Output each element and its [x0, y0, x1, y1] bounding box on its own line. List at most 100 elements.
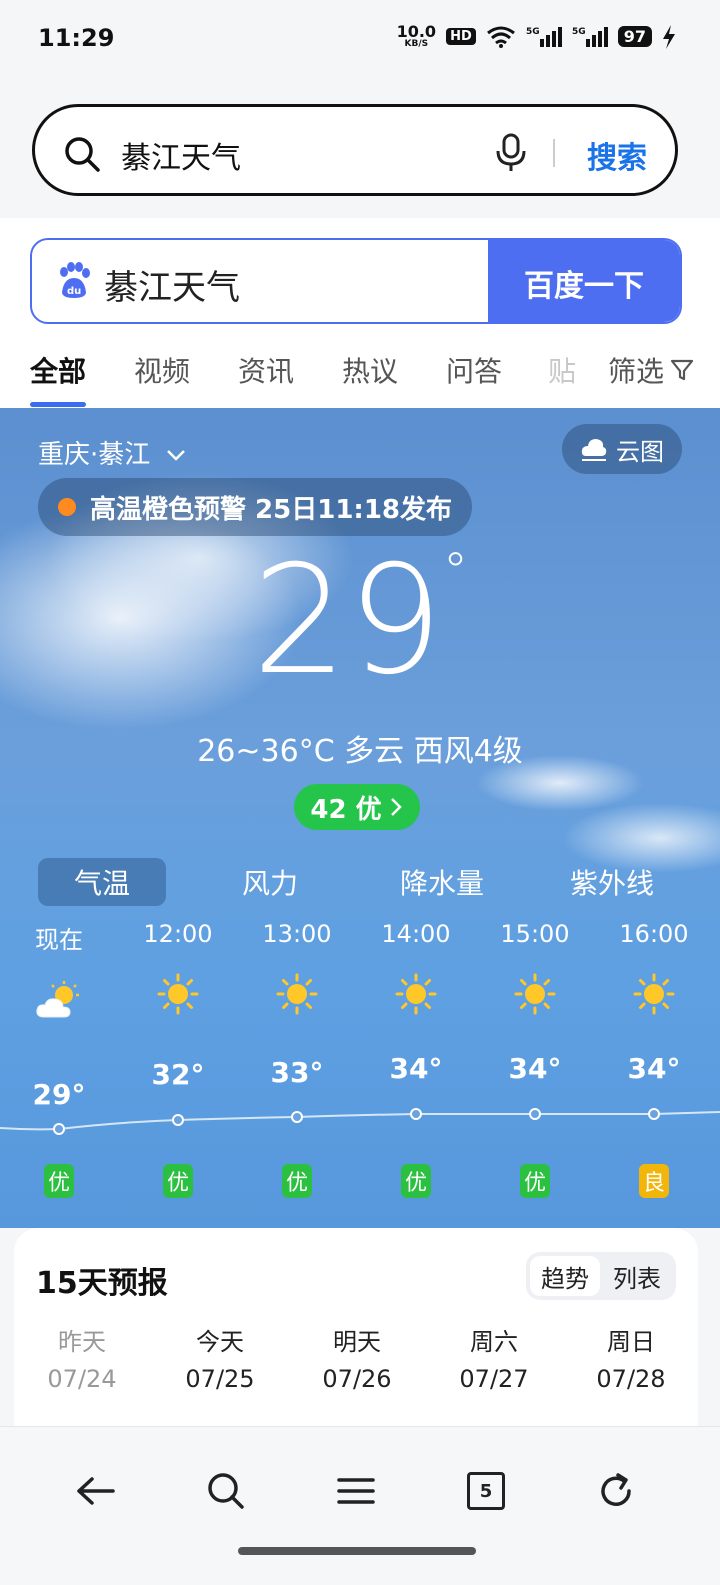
tab-video[interactable]: 视频 [134, 350, 190, 390]
status-icons: 10.0 KB/S HD 5G 5G 97 [397, 24, 676, 49]
tabs-count-icon: 5 [467, 1472, 505, 1510]
toggle-list[interactable]: 列表 [602, 1256, 672, 1296]
air-quality-badge: 优 [44, 1164, 74, 1198]
search-button[interactable]: 搜索 [587, 133, 647, 177]
forecast-day[interactable]: 周日 07/28 [571, 1322, 691, 1393]
current-temperature: 29° [252, 534, 468, 708]
location-label: 重庆·綦江 [38, 440, 151, 470]
trend-point [53, 1123, 65, 1135]
menu-button[interactable] [326, 1461, 386, 1521]
forecast-day[interactable]: 昨天 07/24 [22, 1322, 142, 1393]
search-icon [208, 1473, 244, 1509]
temperature-trend-line [0, 1108, 720, 1135]
filter-button[interactable]: 筛选 [608, 350, 694, 390]
tab-all[interactable]: 全部 [30, 350, 86, 390]
forecast-day[interactable]: 今天 07/25 [160, 1322, 280, 1393]
location-selector[interactable]: 重庆·綦江 [38, 434, 187, 471]
charging-icon [663, 24, 675, 49]
air-quality-badge: 优 [401, 1164, 431, 1198]
sun-icon [123, 972, 233, 1022]
air-quality-badge: 优 [520, 1164, 550, 1198]
metric-tab-temperature[interactable]: 气温 [38, 858, 166, 906]
result-tabs: 全部 视频 资讯 热议 问答 贴 筛选 [0, 346, 720, 408]
alert-text: 高温橙色预警 25日11:18发布 [90, 494, 452, 525]
hd-badge: HD [446, 28, 476, 45]
active-tab-indicator [30, 402, 86, 407]
air-quality-badge: 良 [639, 1164, 669, 1198]
forecast-day[interactable]: 明天 07/26 [297, 1322, 417, 1393]
forecast-card: 15天预报 趋势 列表 昨天 07/24 今天 07/25 明天 07/26 周… [14, 1228, 698, 1428]
refresh-button[interactable] [586, 1461, 646, 1521]
hourly-item: 13:00 33° 优 [242, 920, 352, 1200]
tabs-button[interactable]: 5 [456, 1461, 516, 1521]
trend-point [648, 1108, 660, 1120]
degree-symbol: ° [442, 542, 468, 600]
baidu-paw-icon: du [60, 262, 90, 298]
hourly-item: 14:00 34° 优 [361, 920, 471, 1200]
net-speed: 10.0 KB/S [396, 22, 437, 49]
back-arrow-icon [77, 1477, 115, 1505]
aqi-badge[interactable]: 42 优 [294, 784, 420, 830]
tab-qa[interactable]: 问答 [446, 350, 502, 390]
sun-icon [599, 972, 709, 1022]
hourly-item: 16:00 34° 良 [599, 920, 709, 1200]
search-icon [65, 137, 100, 172]
signal-5g-icon: 5G [526, 26, 562, 47]
trend-point [529, 1108, 541, 1120]
cloud-map-label: 云图 [616, 437, 664, 466]
trend-point [172, 1114, 184, 1126]
svg-text:du: du [67, 286, 81, 297]
sun-icon [242, 972, 352, 1022]
chevron-down-icon [166, 450, 185, 461]
filter-label: 筛选 [607, 355, 664, 388]
results-header: du 綦江天气 百度一下 全部 视频 资讯 热议 问答 贴 筛选 [0, 218, 720, 408]
metric-tab-precipitation[interactable]: 降水量 [380, 858, 504, 906]
filter-icon [670, 359, 694, 381]
cloud-map-button[interactable]: 云图 [562, 424, 682, 474]
baidu-query[interactable]: 綦江天气 [104, 260, 240, 309]
svg-text:5G: 5G [526, 27, 540, 37]
sun-icon [480, 972, 590, 1022]
wifi-icon [486, 26, 515, 48]
cloud-map-icon [581, 439, 607, 461]
tab-discussion[interactable]: 热议 [342, 350, 398, 390]
forecast-title: 15天预报 [36, 1266, 168, 1301]
hourly-item: 12:00 32° 优 [123, 920, 233, 1200]
air-quality-badge: 优 [282, 1164, 312, 1198]
refresh-icon [601, 1473, 631, 1506]
weather-summary: 26~36°C 多云 西风4级 [197, 734, 523, 769]
battery-level: 97 [617, 26, 652, 47]
microphone-icon[interactable] [495, 133, 527, 173]
baidu-search-button[interactable]: 百度一下 [488, 240, 680, 322]
metric-tabs: 气温 风力 降水量 紫外线 [0, 858, 720, 906]
chevron-right-icon [390, 798, 402, 816]
menu-icon [337, 1478, 375, 1504]
back-button[interactable] [66, 1461, 126, 1521]
view-toggle: 趋势 列表 [526, 1252, 676, 1300]
top-search-bar[interactable]: 綦江天气 搜索 [32, 104, 678, 196]
sun-icon [361, 972, 471, 1022]
status-bar: 11:29 10.0 KB/S HD 5G 5G 97 [0, 0, 720, 80]
top-search-query[interactable]: 綦江天气 [121, 133, 241, 177]
search-nav-button[interactable] [196, 1461, 256, 1521]
partly-cloudy-icon [4, 979, 114, 1029]
air-quality-badge: 优 [163, 1164, 193, 1198]
toggle-trend[interactable]: 趋势 [530, 1256, 600, 1296]
home-indicator [238, 1547, 476, 1555]
metric-tab-uv[interactable]: 紫外线 [550, 858, 674, 906]
weather-card: 重庆·綦江 云图 高温橙色预警 25日11:18发布 29° 26~36°C 多… [0, 408, 720, 1228]
trend-point [291, 1111, 303, 1123]
status-time: 11:29 [38, 24, 115, 52]
forecast-day[interactable]: 周六 07/27 [434, 1322, 554, 1393]
divider [553, 139, 555, 167]
tab-tieba[interactable]: 贴 [548, 350, 576, 390]
signal-5g-icon: 5G [572, 26, 608, 47]
metric-tab-wind[interactable]: 风力 [210, 858, 330, 906]
svg-text:5G: 5G [572, 27, 586, 37]
tab-news[interactable]: 资讯 [238, 350, 294, 390]
hourly-item: 15:00 34° 优 [480, 920, 590, 1200]
heat-alert-banner[interactable]: 高温橙色预警 25日11:18发布 [38, 478, 472, 536]
alert-dot [58, 498, 76, 516]
hourly-item: 现在 29° 优 [4, 920, 114, 1200]
baidu-search-box[interactable]: du 綦江天气 百度一下 [30, 238, 682, 324]
